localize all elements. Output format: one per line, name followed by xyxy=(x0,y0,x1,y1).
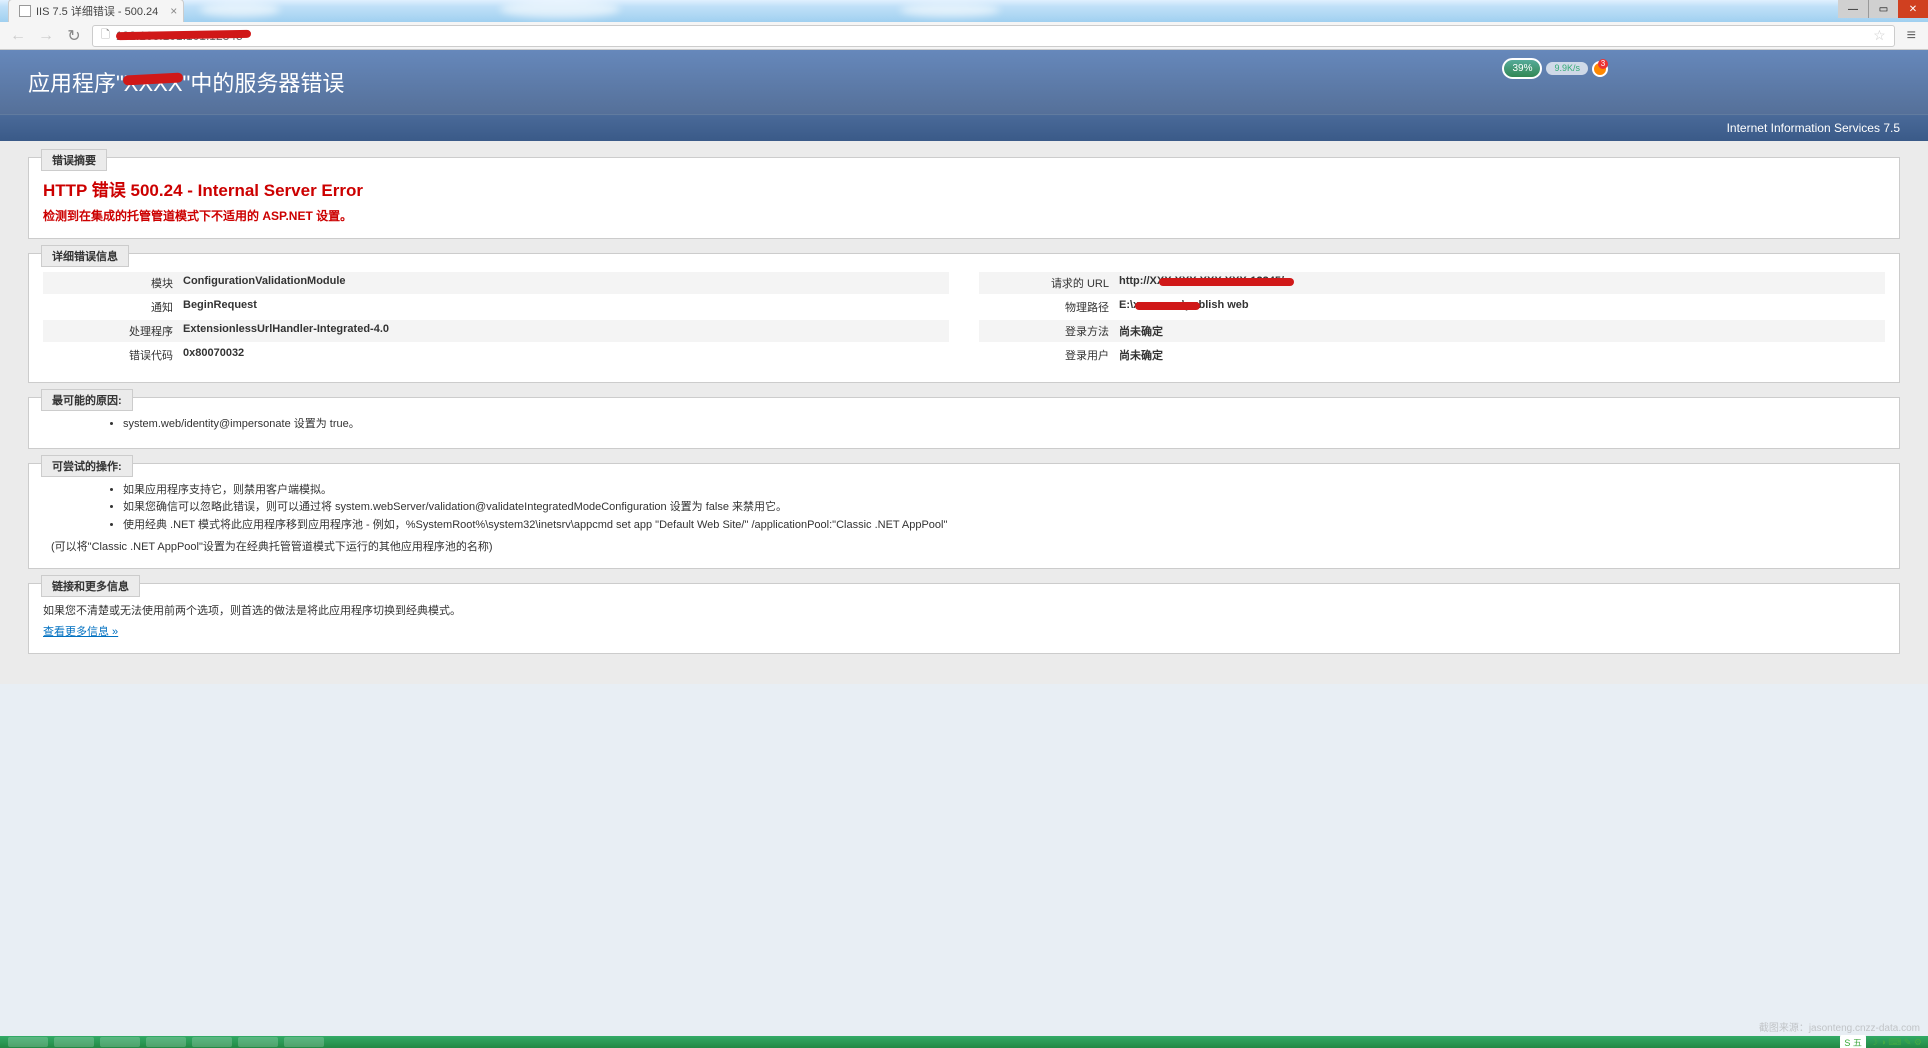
detail-row: 请求的 URLhttp://XXX.XXX.XXX.XXX:12345/ xyxy=(979,272,1885,294)
error-code: HTTP 错误 500.24 - Internal Server Error xyxy=(43,176,1885,201)
taskbar-item[interactable] xyxy=(146,1037,186,1047)
detail-row: 模块ConfigurationValidationModule xyxy=(43,272,949,294)
try-item: 如果您确信可以忽略此错误，则可以通过将 system.webServer/val… xyxy=(123,499,1885,517)
try-note: (可以将"Classic .NET AppPool"设置为在经典托管管道模式下运… xyxy=(51,538,1885,554)
site-icon: 🗋 xyxy=(101,26,110,45)
bookmark-icon[interactable]: ☆ xyxy=(1873,27,1886,44)
section-label: 可尝试的操作: xyxy=(41,455,133,477)
links-section: 链接和更多信息 如果您不清楚或无法使用前两个选项，则首选的做法是将此应用程序切换… xyxy=(28,583,1900,654)
close-window-button[interactable]: ✕ xyxy=(1898,0,1928,18)
detail-row: 物理路径E:\xxxxxxxx\publish web xyxy=(979,296,1885,318)
forward-button[interactable]: → xyxy=(36,27,56,45)
more-info-link[interactable]: 查看更多信息 » xyxy=(43,626,118,638)
try-item: 如果应用程序支持它，则禁用客户端模拟。 xyxy=(123,482,1885,500)
window-controls: — ▭ ✕ xyxy=(1838,0,1928,18)
section-label: 详细错误信息 xyxy=(41,245,129,267)
taskbar-item[interactable] xyxy=(100,1037,140,1047)
detail-row: 通知BeginRequest xyxy=(43,296,949,318)
detail-row: 登录用户尚未确定 xyxy=(979,344,1885,366)
taskbar-item[interactable] xyxy=(54,1037,94,1047)
taskbar-item[interactable] xyxy=(284,1037,324,1047)
speed-percent: 39% xyxy=(1502,58,1542,79)
detail-row: 登录方法尚未确定 xyxy=(979,320,1885,342)
reload-button[interactable]: ↻ xyxy=(64,26,84,46)
things-to-try-section: 可尝试的操作: 如果应用程序支持它，则禁用客户端模拟。 如果您确信可以忽略此错误… xyxy=(28,463,1900,570)
cause-item: system.web/identity@impersonate 设置为 true… xyxy=(123,416,1885,434)
detail-row: 错误代码0x80070032 xyxy=(43,344,949,366)
tab-title: IIS 7.5 详细错误 - 500.24 xyxy=(36,3,158,19)
notification-badge-icon[interactable] xyxy=(1592,61,1608,77)
section-label: 链接和更多信息 xyxy=(41,575,140,597)
details-right-col: 请求的 URLhttp://XXX.XXX.XXX.XXX:12345/ 物理路… xyxy=(979,272,1885,368)
speed-rates: 9.9K/s xyxy=(1546,62,1588,75)
section-label: 最可能的原因: xyxy=(41,389,133,411)
page-title: 应用程序"XXXX"中的服务器错误 xyxy=(28,66,1900,98)
taskbar-item[interactable] xyxy=(8,1037,48,1047)
error-header: 应用程序"XXXX"中的服务器错误 39% 9.9K/s xyxy=(0,50,1928,114)
try-item: 使用经典 .NET 模式将此应用程序移到应用程序池 - 例如，%SystemRo… xyxy=(123,517,1885,535)
details-left-col: 模块ConfigurationValidationModule 通知BeginR… xyxy=(43,272,949,368)
taskbar-item[interactable] xyxy=(192,1037,232,1047)
error-details-section: 详细错误信息 模块ConfigurationValidationModule 通… xyxy=(28,253,1900,383)
redaction-mark xyxy=(1135,302,1200,310)
redaction-mark xyxy=(1159,278,1294,286)
ime-indicator[interactable]: S 五 xyxy=(1840,1035,1866,1048)
network-speed-widget[interactable]: 39% 9.9K/s xyxy=(1502,58,1608,79)
error-description: 检测到在集成的托管管道模式下不适用的 ASP.NET 设置。 xyxy=(43,207,1885,224)
section-label: 错误摘要 xyxy=(41,149,107,171)
menu-icon[interactable]: ≡ xyxy=(1903,27,1920,45)
back-button[interactable]: ← xyxy=(8,27,28,45)
minimize-button[interactable]: — xyxy=(1838,0,1868,18)
url-text: 192.168.101.101:12345 xyxy=(116,29,243,43)
browser-tab[interactable]: IIS 7.5 详细错误 - 500.24 × xyxy=(8,0,184,22)
redaction-mark xyxy=(116,29,251,39)
os-taskbar[interactable]: S 五 ☽ ◑ ⌨ ✎ ⚙ xyxy=(0,1036,1928,1048)
address-bar[interactable]: 🗋 192.168.101.101:12345 ☆ xyxy=(92,25,1895,47)
maximize-button[interactable]: ▭ xyxy=(1868,0,1898,18)
likely-cause-section: 最可能的原因: system.web/identity@impersonate … xyxy=(28,397,1900,449)
taskbar-item[interactable] xyxy=(238,1037,278,1047)
browser-titlebar: IIS 7.5 详细错误 - 500.24 × — ▭ ✕ xyxy=(0,0,1928,22)
page-icon xyxy=(19,5,31,17)
browser-navbar: ← → ↻ 🗋 192.168.101.101:12345 ☆ ≡ xyxy=(0,22,1928,50)
watermark: 截图来源：jasonteng.cnzz-data.com xyxy=(1759,1019,1920,1034)
content-area: 错误摘要 HTTP 错误 500.24 - Internal Server Er… xyxy=(0,141,1928,684)
iis-banner: Internet Information Services 7.5 xyxy=(0,114,1928,141)
links-text: 如果您不清楚或无法使用前两个选项，则首选的做法是将此应用程序切换到经典模式。 xyxy=(43,602,1885,618)
detail-row: 处理程序ExtensionlessUrlHandler-Integrated-4… xyxy=(43,320,949,342)
system-tray[interactable]: S 五 ☽ ◑ ⌨ ✎ ⚙ xyxy=(1840,1035,1922,1048)
error-summary-section: 错误摘要 HTTP 错误 500.24 - Internal Server Er… xyxy=(28,157,1900,239)
close-tab-icon[interactable]: × xyxy=(170,4,177,18)
